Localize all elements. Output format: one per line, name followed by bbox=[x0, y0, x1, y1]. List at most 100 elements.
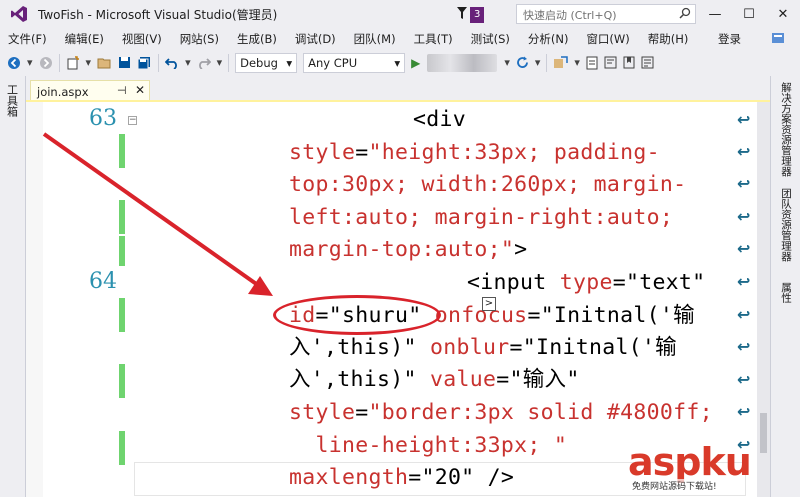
title-bar: TwoFish - Microsoft Visual Studio(管理员) 3… bbox=[0, 0, 800, 28]
menu-tools[interactable]: 工具(T) bbox=[405, 31, 462, 47]
menu-analyze[interactable]: 分析(N) bbox=[519, 31, 578, 47]
menu-help[interactable]: 帮助(H) bbox=[639, 31, 698, 47]
word-wrap-icon: ↩ bbox=[737, 239, 751, 258]
menu-file[interactable]: 文件(F) bbox=[0, 31, 56, 47]
new-project-icon[interactable] bbox=[63, 53, 83, 73]
platform-select[interactable]: Any CPU ▾ bbox=[303, 52, 406, 73]
platform-value: Any CPU bbox=[308, 55, 358, 70]
chevron-down-icon: ▾ bbox=[394, 55, 401, 70]
menu-view[interactable]: 视图(V) bbox=[113, 31, 171, 47]
configuration-value: Debug bbox=[240, 55, 278, 70]
configuration-select[interactable]: Debug ▾ bbox=[235, 52, 298, 73]
code-token: = bbox=[496, 367, 510, 392]
bookmark-icon[interactable] bbox=[620, 53, 638, 73]
close-tab-icon[interactable]: ✕ bbox=[135, 83, 145, 97]
code-line: line-height:33px; " bbox=[289, 430, 567, 462]
code-token: <input bbox=[467, 270, 560, 295]
code-token: "输入" bbox=[509, 367, 580, 392]
watermark-asp: asp bbox=[628, 440, 701, 484]
code-token: maxlength bbox=[289, 465, 409, 490]
format-icon[interactable] bbox=[638, 53, 657, 73]
code-token: line-height:33px; " bbox=[289, 433, 568, 458]
code-line: maxlength="20" /> bbox=[289, 462, 514, 494]
word-wrap-icon: ↩ bbox=[737, 207, 751, 226]
dropdown-arrow-icon[interactable]: ▾ bbox=[501, 53, 513, 73]
start-debugging-icon[interactable]: ▶ bbox=[408, 53, 423, 73]
notifications-button[interactable]: 3 bbox=[456, 6, 485, 23]
minimize-button[interactable]: — bbox=[698, 0, 732, 28]
quick-launch-input[interactable]: 快速启动 (Ctrl+Q) bbox=[516, 4, 696, 24]
code-token: "Initnal('输 bbox=[540, 303, 695, 328]
dropdown-arrow-icon[interactable]: ▾ bbox=[214, 53, 226, 73]
open-file-icon[interactable] bbox=[94, 53, 115, 73]
code-token: /> bbox=[474, 465, 515, 490]
tab-title: join.aspx bbox=[37, 84, 89, 99]
standard-toolbar: ▾ ▾ ▾ ▾ Debug ▾ Any CPU ▾ ▶ ▾ ▾ ▾ bbox=[0, 49, 800, 76]
toolbar-separator bbox=[158, 53, 160, 72]
code-token: "Initnal('输 bbox=[522, 335, 677, 360]
menu-window[interactable]: 窗口(W) bbox=[577, 31, 638, 47]
code-token: top:30px; width:260px; margin- bbox=[289, 172, 687, 197]
code-token: > bbox=[514, 237, 528, 262]
menu-team[interactable]: 团队(M) bbox=[345, 31, 405, 47]
word-wrap-icon: ↩ bbox=[737, 110, 751, 129]
menu-test[interactable]: 测试(S) bbox=[462, 31, 519, 47]
solution-explorer-tab[interactable]: 解决方案资源管理器 bbox=[779, 82, 794, 177]
code-token: 入',this)" bbox=[289, 335, 417, 360]
toolbox-tab[interactable]: 工具箱 bbox=[0, 76, 26, 497]
save-all-icon[interactable] bbox=[134, 53, 155, 73]
feedback-icon[interactable] bbox=[770, 30, 786, 46]
vertical-scrollbar[interactable] bbox=[757, 102, 770, 497]
menu-debug[interactable]: 调试(D) bbox=[286, 31, 345, 47]
code-line: <div bbox=[413, 104, 466, 136]
navigate-forward-icon[interactable] bbox=[36, 53, 56, 73]
code-line: margin-top:auto;"> bbox=[289, 234, 527, 266]
start-target-blurred[interactable] bbox=[427, 53, 498, 72]
tab-join-aspx[interactable]: join.aspx ⊣ ✕ bbox=[30, 80, 150, 102]
code-token: = bbox=[509, 335, 523, 360]
word-wrap-icon: ↩ bbox=[737, 402, 751, 421]
menu-edit[interactable]: 编辑(E) bbox=[56, 31, 113, 47]
visual-studio-logo-icon bbox=[6, 0, 32, 28]
code-token: "20" bbox=[421, 465, 475, 490]
dropdown-arrow-icon[interactable]: ▾ bbox=[182, 53, 194, 73]
dropdown-arrow-icon[interactable]: ▾ bbox=[83, 53, 95, 73]
code-token: = bbox=[355, 140, 369, 165]
pin-icon[interactable]: ⊣ bbox=[117, 84, 127, 97]
maximize-button[interactable]: ☐ bbox=[732, 0, 766, 28]
annotation-arrow bbox=[42, 132, 273, 296]
menu-website[interactable]: 网站(S) bbox=[171, 31, 228, 47]
undo-icon[interactable] bbox=[162, 53, 182, 73]
code-token: style bbox=[289, 140, 356, 165]
scrollbar-thumb[interactable] bbox=[760, 413, 767, 453]
save-icon[interactable] bbox=[115, 53, 134, 73]
login-link[interactable]: 登录 bbox=[718, 31, 741, 47]
document-icon[interactable] bbox=[583, 53, 601, 73]
smart-tag-icon[interactable]: > bbox=[482, 297, 496, 311]
refresh-icon[interactable] bbox=[513, 53, 532, 73]
close-button[interactable]: ✕ bbox=[766, 0, 800, 28]
code-token: = bbox=[612, 270, 626, 295]
menu-build[interactable]: 生成(B) bbox=[228, 31, 286, 47]
flag-icon bbox=[456, 6, 468, 23]
properties-tab[interactable]: 属性 bbox=[779, 282, 794, 303]
code-line: style="height:33px; padding- bbox=[289, 137, 660, 169]
code-token: onblur bbox=[430, 335, 510, 360]
dropdown-arrow-icon[interactable]: ▾ bbox=[24, 53, 36, 73]
redo-icon[interactable] bbox=[194, 53, 214, 73]
code-token: = bbox=[527, 303, 541, 328]
code-token: margin-top:auto;" bbox=[289, 237, 515, 262]
right-dock: 解决方案资源管理器 团队资源管理器 属性 bbox=[770, 76, 800, 497]
navigate-back-icon[interactable] bbox=[4, 53, 24, 73]
team-explorer-tab[interactable]: 团队资源管理器 bbox=[779, 188, 794, 262]
comment-icon[interactable] bbox=[601, 53, 620, 73]
code-editor[interactable]: 63 64 − <div style="height:33px; padding… bbox=[26, 102, 770, 497]
dropdown-arrow-icon[interactable]: ▾ bbox=[571, 53, 583, 73]
dropdown-arrow-icon[interactable]: ▾ bbox=[532, 53, 544, 73]
code-line: 入',this)" value="输入" bbox=[289, 364, 580, 396]
quick-launch-placeholder: 快速启动 (Ctrl+Q) bbox=[523, 9, 617, 22]
code-token: value bbox=[430, 367, 497, 392]
browser-link-icon[interactable] bbox=[550, 53, 571, 73]
code-token: = bbox=[355, 400, 369, 425]
